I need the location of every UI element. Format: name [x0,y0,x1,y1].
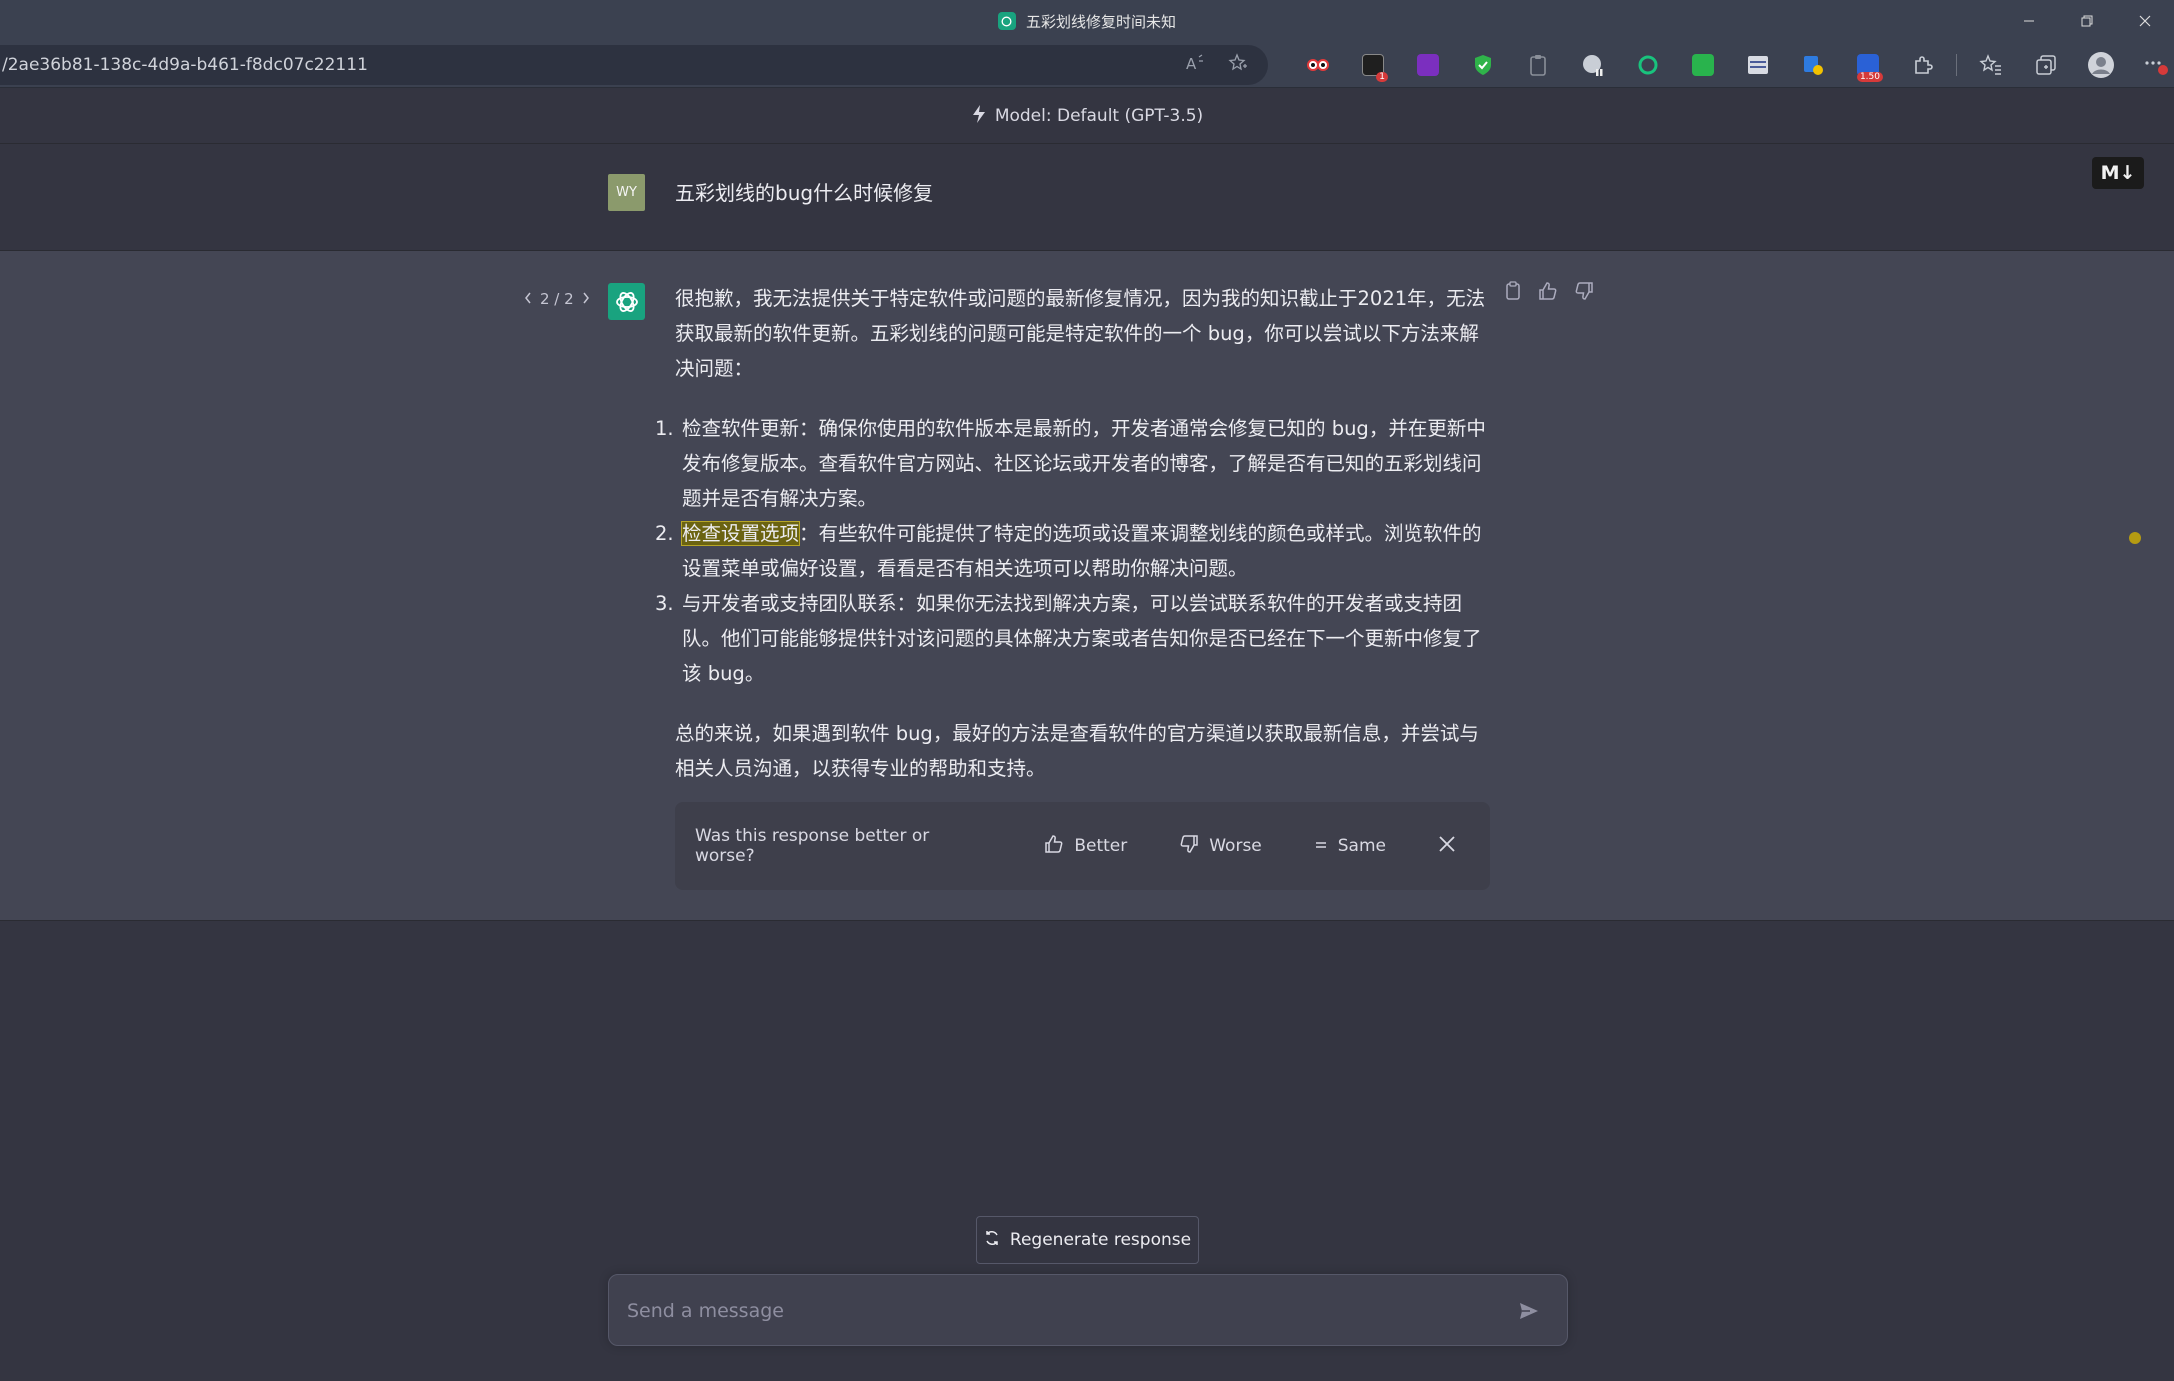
better-label: Better [1074,836,1128,856]
regenerate-label: Regenerate response [1009,1230,1192,1250]
read-aloud-icon[interactable]: A [1186,54,1206,77]
profile-avatar-icon[interactable] [2073,42,2128,88]
assistant-message-body: 很抱歉，我无法提供关于特定软件或问题的最新修复情况，因为我的知识截止于2021年… [655,281,1490,811]
same-button[interactable]: Same [1314,836,1386,856]
regenerate-button[interactable]: Regenerate response [976,1216,1199,1264]
worse-button[interactable]: Worse [1179,834,1262,859]
step-text: 检查软件更新：确保你使用的软件版本是最新的，开发者通常会修复已知的 bug，并在… [682,417,1486,510]
video-speed-extension-icon[interactable]: 1.50 [1840,42,1895,88]
minimize-button[interactable] [2000,0,2058,42]
window-controls [2000,0,2174,42]
tab-title: 五彩划线修复时间未知 [1025,12,1176,31]
tab-title-group[interactable]: 五彩划线修复时间未知 [997,11,1176,32]
better-button[interactable]: Better [1044,834,1127,859]
window-extension-icon[interactable] [1730,42,1785,88]
eyes-extension-icon[interactable] [1290,42,1345,88]
favorites-icon[interactable] [1963,42,2018,88]
model-label: Model: Default (GPT-3.5) [994,106,1204,126]
video-speed-badge: 1.50 [1856,72,1883,82]
thumbs-up-icon [1044,834,1064,859]
pen-extension-icon[interactable] [1675,42,1730,88]
message-actions [1504,281,1594,305]
collections-icon[interactable] [2018,42,2073,88]
shield-extension-icon[interactable] [1455,42,1510,88]
extensions-puzzle-icon[interactable] [1895,42,1950,88]
chevron-left-icon[interactable] [524,290,532,308]
refresh-icon [984,1230,1000,1251]
address-field[interactable]: /2ae36b81-138c-4d9a-b461-f8dc07c22111 A [0,45,1268,85]
answer-step: 2. 检查设置选项：有些软件可能提供了特定的选项或设置来调整划线的颜色或样式。浏览… [655,516,1490,586]
chevron-right-icon[interactable] [582,290,590,308]
step-number: 1. [655,417,674,440]
user-message-row: WY 五彩划线的bug什么时候修复 M↓ [0,145,2174,251]
close-window-button[interactable] [2116,0,2174,42]
user-message-text: 五彩划线的bug什么时候修复 [675,181,934,205]
thumbs-down-icon [1179,834,1199,859]
step-text: ：有些软件可能提供了特定的选项或设置来调整划线的颜色或样式。浏览软件的设置菜单或… [682,522,1482,580]
pager-count: 2 / 2 [540,290,574,308]
answer-intro: 很抱歉，我无法提供关于特定软件或问题的最新修复情况，因为我的知识截止于2021年… [675,287,1486,380]
toolbar-divider [1956,54,1957,76]
extensions-row: 1 1.50 [1290,42,2174,88]
openai-favicon-icon [997,12,1016,30]
monster-extension-icon[interactable]: 1 [1345,42,1400,88]
svg-text:A: A [1186,55,1197,72]
message-composer [608,1274,1568,1346]
answer-step: 1. 检查软件更新：确保你使用的软件版本是最新的，开发者通常会修复已知的 bug，… [655,411,1490,516]
worse-label: Worse [1209,836,1262,856]
send-icon[interactable] [1515,1297,1543,1325]
step-number: 3. [655,592,674,615]
step-text: 与开发者或支持团队联系：如果你无法找到解决方案，可以尝试联系软件的开发者或支持团… [682,592,1482,685]
add-favorite-icon[interactable] [1228,52,1248,78]
answer-step: 3. 与开发者或支持团队联系：如果你无法找到解决方案，可以尝试联系软件的开发者或支… [655,586,1490,691]
feedback-question: Was this response better or worse? [695,826,930,866]
answer-steps: 1. 检查软件更新：确保你使用的软件版本是最新的，开发者通常会修复已知的 bug，… [655,411,1490,691]
monster-badge: 1 [1376,72,1388,82]
thumbs-down-icon[interactable] [1574,281,1594,305]
url-text: /2ae36b81-138c-4d9a-b461-f8dc07c22111 [2,55,368,75]
browser-titlebar: 五彩划线修复时间未知 [0,0,2174,42]
same-label: Same [1337,836,1386,856]
clipboard-extension-icon[interactable] [1510,42,1565,88]
assistant-message-row: 2 / 2 很抱歉，我无法提供关于特定软件或问题的最新修复情况，因为我的知识截止… [0,251,2174,921]
model-indicator: Model: Default (GPT-3.5) [0,89,2174,144]
globe-paused-extension-icon[interactable] [1565,42,1620,88]
close-icon[interactable] [1438,835,1456,858]
markdown-badge[interactable]: M↓ [2092,157,2144,189]
restore-button[interactable] [2058,0,2116,42]
message-input[interactable] [627,1293,1477,1329]
answer-conclusion: 总的来说，如果遇到软件 bug，最好的方法是查看软件的官方渠道以获取最新信息，并… [675,722,1479,780]
user-avatar: WY [608,174,645,211]
thumbs-up-icon[interactable] [1538,281,1558,305]
openai-extension-icon[interactable] [1620,42,1675,88]
map-pin-extension-icon[interactable] [1785,42,1840,88]
feedback-bar: Was this response better or worse? Bette… [675,802,1490,890]
step-number: 2. [655,522,674,545]
response-pager: 2 / 2 [524,290,590,308]
copy-icon[interactable] [1504,281,1522,305]
equals-icon [1314,836,1328,856]
settings-more-icon[interactable] [2128,42,2174,88]
browser-toolbar: /2ae36b81-138c-4d9a-b461-f8dc07c22111 A … [0,42,2174,88]
lightning-icon [971,104,987,129]
status-dot [2129,532,2141,544]
highlighted-phrase[interactable]: 检查设置选项 [680,521,801,546]
reader-extension-icon[interactable] [1400,42,1455,88]
chatgpt-avatar-icon [608,283,645,320]
